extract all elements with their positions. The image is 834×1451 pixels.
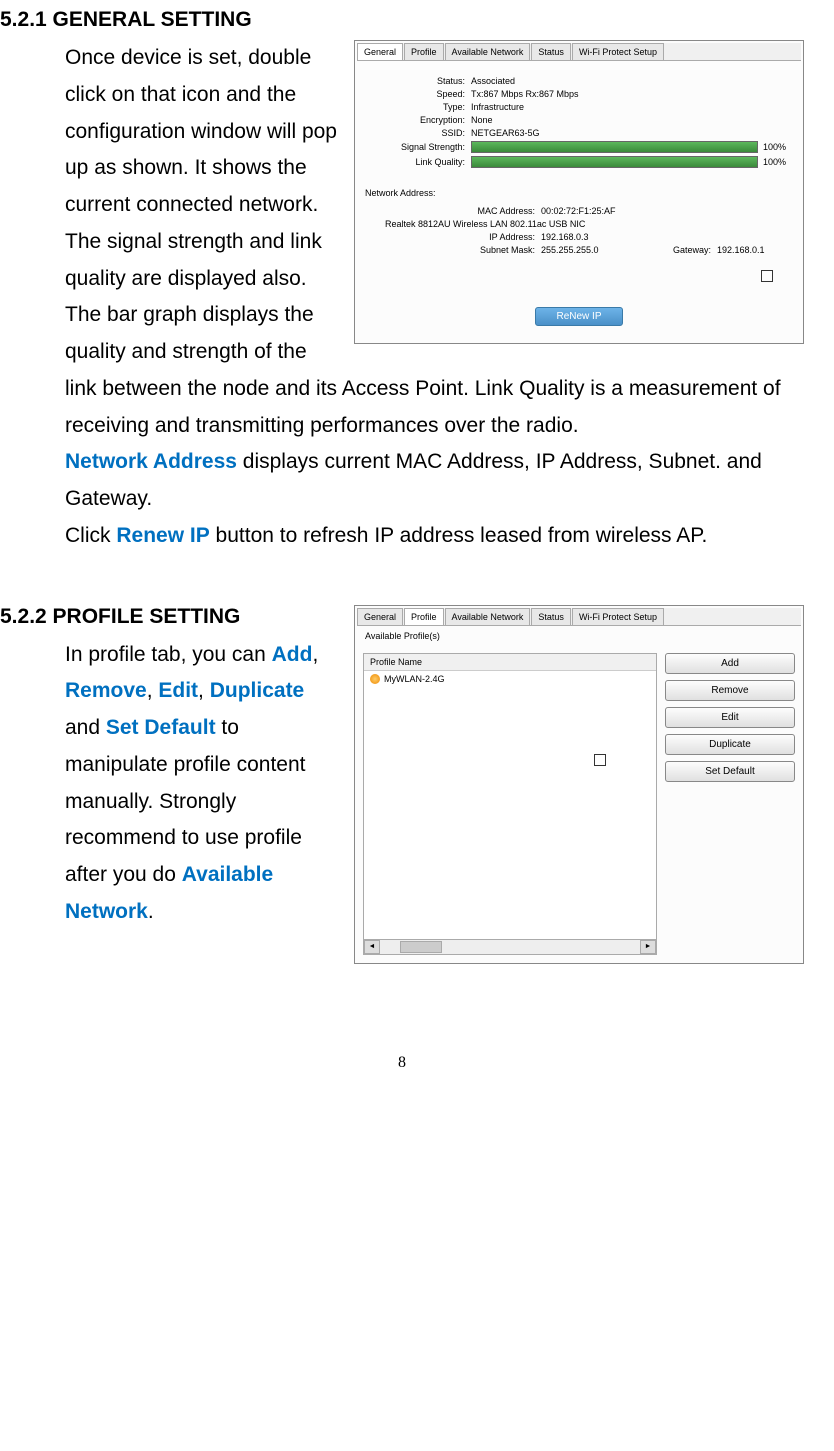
duplicate-button[interactable]: Duplicate (665, 734, 795, 755)
ssid-value: NETGEAR63-5G (471, 128, 540, 138)
profile-list[interactable]: Profile Name MyWLAN-2.4G ◄ ► (363, 653, 657, 955)
set-default-term: Set Default (106, 716, 216, 739)
edit-button[interactable]: Edit (665, 707, 795, 728)
gateway-value: 192.168.0.1 (717, 245, 765, 255)
mac-address-label: MAC Address: (365, 206, 541, 216)
scroll-thumb[interactable] (400, 941, 442, 953)
available-profiles-label: Available Profile(s) (365, 631, 793, 641)
link-quality-percent: 100% (763, 157, 793, 167)
profile-list-header: Profile Name (364, 654, 656, 671)
remove-term: Remove (65, 679, 147, 702)
renew-ip-button[interactable]: ReNew IP (535, 307, 622, 326)
renew-ip-term: Renew IP (116, 524, 209, 547)
para-3-pre: Click (65, 524, 116, 547)
scroll-right-icon[interactable]: ► (640, 940, 656, 954)
profile-item[interactable]: MyWLAN-2.4G (370, 674, 650, 684)
section-profile-setting: General Profile Available Network Status… (0, 605, 804, 974)
para-profile-pre: In profile tab, you can (65, 643, 272, 666)
type-label: Type: (365, 102, 471, 112)
tab-profile[interactable]: Profile (404, 43, 444, 60)
ssid-label: SSID: (365, 128, 471, 138)
link-quality-label: Link Quality: (365, 157, 471, 167)
profile-tab-content: Profile Name MyWLAN-2.4G ◄ ► (357, 647, 801, 961)
profile-icon (370, 674, 380, 684)
para-2: Network Address displays current MAC Add… (65, 444, 804, 518)
signal-strength-bar (471, 141, 758, 153)
scroll-left-icon[interactable]: ◄ (364, 940, 380, 954)
marker-box (594, 754, 606, 766)
network-address-term: Network Address (65, 450, 237, 473)
scrollbar[interactable]: ◄ ► (364, 939, 656, 954)
tab-available-network[interactable]: Available Network (445, 43, 531, 60)
figure-profile-setting: General Profile Available Network Status… (354, 605, 804, 964)
tabs-general: General Profile Available Network Status… (357, 43, 801, 61)
tab-wifi-protect-2[interactable]: Wi-Fi Protect Setup (572, 608, 664, 625)
para-3-post: button to refresh IP address leased from… (210, 524, 708, 547)
tab-profile-2[interactable]: Profile (404, 608, 444, 625)
network-address-heading: Network Address: (365, 188, 793, 198)
general-tab-content: Status: Associated Speed: Tx:867 Mbps Rx… (357, 61, 801, 341)
mac-address-value: 00:02:72:F1:25:AF (541, 206, 616, 216)
profile-item-name: MyWLAN-2.4G (384, 674, 445, 684)
set-default-button[interactable]: Set Default (665, 761, 795, 782)
speed-value: Tx:867 Mbps Rx:867 Mbps (471, 89, 579, 99)
profile-button-panel: Add Remove Edit Duplicate Set Default (665, 653, 795, 955)
link-quality-bar (471, 156, 758, 168)
speed-label: Speed: (365, 89, 471, 99)
type-value: Infrastructure (471, 102, 524, 112)
section-general-setting: 5.2.1 GENERAL SETTING General Profile Av… (0, 8, 804, 555)
subnet-mask-label: Subnet Mask: (365, 245, 541, 255)
adapter-name: Realtek 8812AU Wireless LAN 802.11ac USB… (365, 219, 645, 229)
tab-status[interactable]: Status (531, 43, 571, 60)
ip-address-value: 192.168.0.3 (541, 232, 589, 242)
tabs-profile: General Profile Available Network Status… (357, 608, 801, 626)
signal-strength-percent: 100% (763, 142, 793, 152)
status-value: Associated (471, 76, 515, 86)
checkbox-marker[interactable] (761, 270, 773, 282)
encryption-value: None (471, 115, 493, 125)
subnet-mask-value: 255.255.255.0 (541, 245, 631, 255)
edit-term: Edit (158, 679, 198, 702)
tab-available-network-2[interactable]: Available Network (445, 608, 531, 625)
heading-5-2-1: 5.2.1 GENERAL SETTING (0, 8, 804, 32)
tab-general-2[interactable]: General (357, 608, 403, 625)
duplicate-term: Duplicate (210, 679, 305, 702)
add-button[interactable]: Add (665, 653, 795, 674)
signal-strength-label: Signal Strength: (365, 142, 471, 152)
tab-general[interactable]: General (357, 43, 403, 60)
para-profile-post: to manipulate profile content manually. … (65, 716, 306, 886)
add-term: Add (272, 643, 313, 666)
remove-button[interactable]: Remove (665, 680, 795, 701)
encryption-label: Encryption: (365, 115, 471, 125)
tab-wifi-protect[interactable]: Wi-Fi Protect Setup (572, 43, 664, 60)
para-3: Click Renew IP button to refresh IP addr… (65, 518, 804, 555)
ip-address-label: IP Address: (365, 232, 541, 242)
status-label: Status: (365, 76, 471, 86)
figure-general-setting: General Profile Available Network Status… (354, 40, 804, 344)
tab-status-2[interactable]: Status (531, 608, 571, 625)
gateway-label: Gateway: (631, 245, 717, 255)
page-number: 8 (0, 1054, 804, 1072)
